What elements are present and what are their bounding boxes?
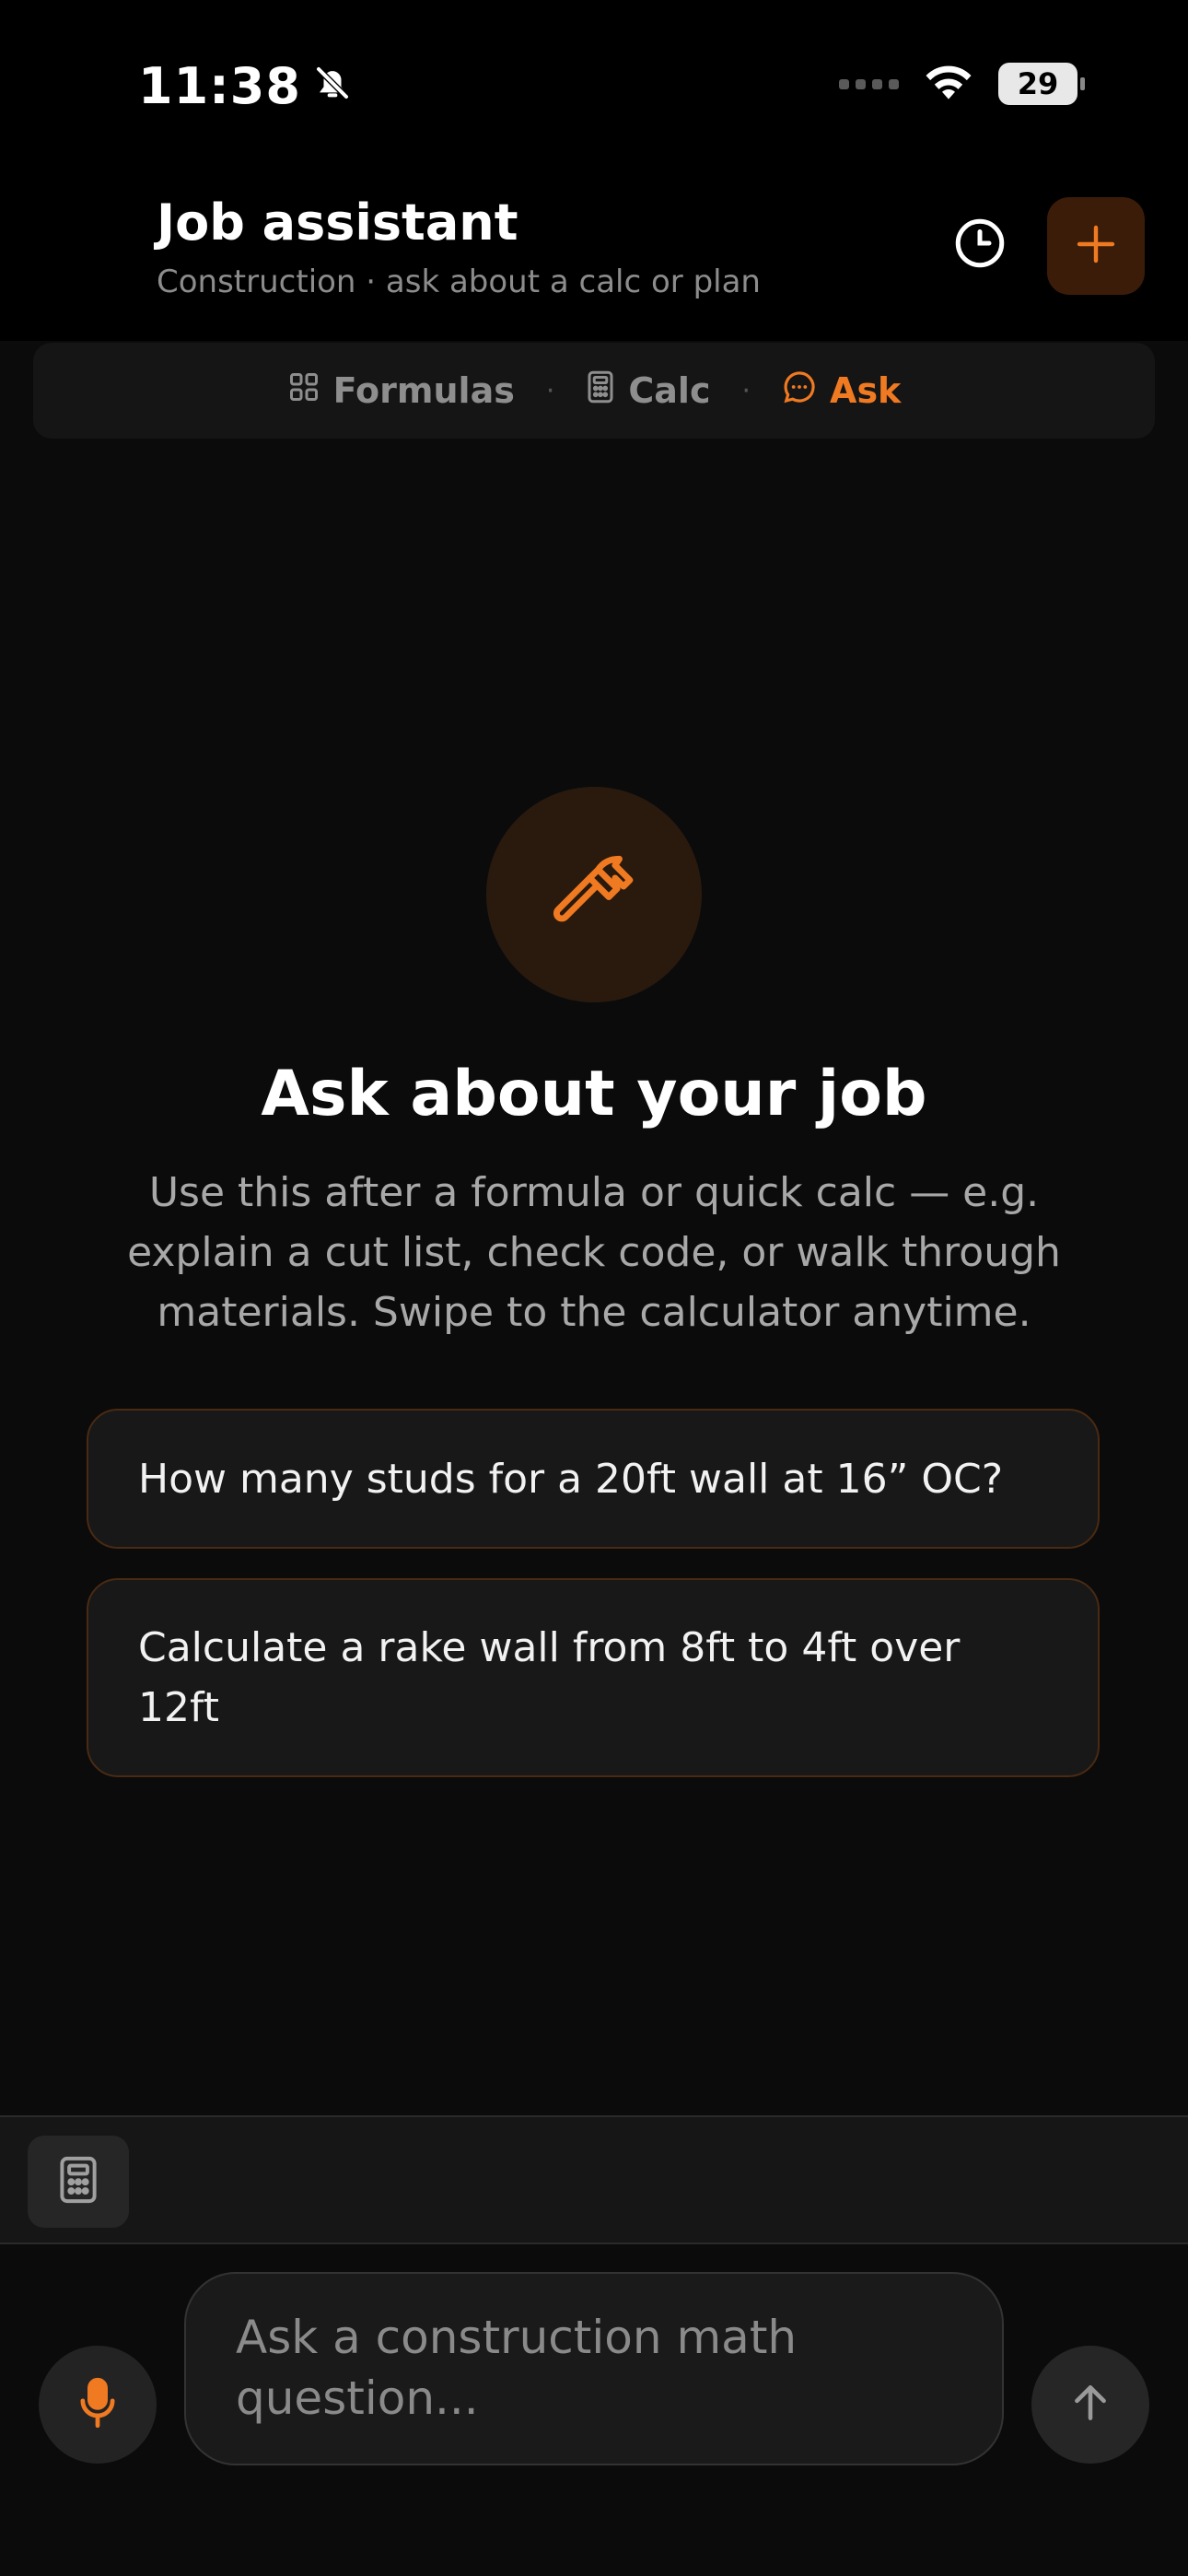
calculator-icon (58, 2155, 99, 2208)
suggestion-text: How many studs for a 20ft wall at 16” OC… (138, 1455, 1004, 1503)
tab-formulas[interactable]: Formulas (287, 370, 515, 412)
message-input-wrapper (184, 2272, 1004, 2465)
voice-input-button[interactable] (39, 2346, 157, 2464)
suggestion-text: Calculate a rake wall from 8ft to 4ft ov… (138, 1624, 961, 1731)
wifi-icon (923, 63, 974, 105)
grid-icon (287, 370, 320, 412)
tab-calc[interactable]: Calc (586, 370, 710, 412)
empty-state-description: Use this after a formula or quick calc —… (127, 1169, 1061, 1336)
cellular-signal-icon (839, 78, 899, 89)
history-button[interactable] (949, 214, 1011, 276)
tab-ask[interactable]: Ask (782, 369, 901, 413)
message-input[interactable] (236, 2307, 952, 2430)
mode-tabs: Formulas · Calc · Ask (33, 343, 1155, 439)
tool-bar (0, 2115, 1188, 2244)
clock-text: 11:38 (138, 57, 301, 115)
calculator-icon (586, 370, 615, 412)
battery-indicator: 29 (998, 63, 1085, 105)
app-header: 11:38 29 Job assistant Construction · as… (0, 0, 1188, 341)
chat-bubble-icon (782, 369, 817, 413)
tab-separator: · (741, 374, 751, 407)
message-composer (0, 2244, 1188, 2576)
hero-badge (486, 787, 702, 1002)
hammer-icon (543, 842, 645, 947)
suggestion-chip[interactable]: Calculate a rake wall from 8ft to 4ft ov… (87, 1578, 1100, 1777)
empty-state-title: Ask about your job (261, 1058, 927, 1130)
status-indicators: 29 (839, 63, 1085, 105)
microphone-icon (77, 2377, 118, 2432)
status-time: 11:38 (138, 57, 351, 115)
open-calculator-button[interactable] (28, 2136, 129, 2228)
send-button[interactable] (1031, 2346, 1149, 2464)
silent-bell-icon (314, 57, 351, 115)
plus-icon (1074, 222, 1118, 270)
tab-label: Ask (830, 370, 902, 411)
tab-label: Formulas (332, 370, 515, 411)
battery-level: 29 (1017, 66, 1059, 101)
page-title: Job assistant (157, 193, 518, 252)
tab-label: Calc (628, 370, 711, 411)
page-subtitle: Construction · ask about a calc or plan (157, 263, 761, 300)
tab-separator: · (545, 374, 555, 407)
suggestion-chip[interactable]: How many studs for a 20ft wall at 16” OC… (87, 1409, 1100, 1549)
arrow-up-icon (1067, 2380, 1113, 2430)
new-chat-button[interactable] (1047, 197, 1145, 295)
clock-icon (952, 216, 1007, 275)
